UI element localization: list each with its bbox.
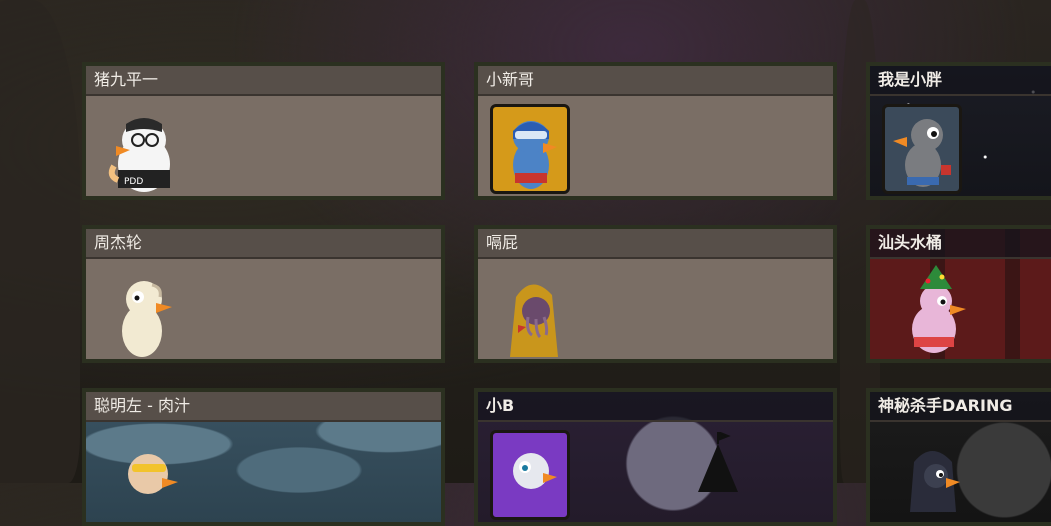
player-name: 嗝屁 — [478, 229, 833, 259]
player-card-body — [870, 96, 1051, 196]
goose-avatar-icon: PDD — [108, 118, 170, 192]
player-card[interactable]: 我是小胖 — [866, 62, 1051, 200]
player-card[interactable]: 周杰轮 — [82, 225, 445, 363]
player-name: 汕头水桶 — [870, 229, 1051, 259]
player-name: 小新哥 — [478, 66, 833, 96]
goose-avatar-icon — [910, 451, 960, 512]
goose-avatar-icon — [513, 453, 557, 489]
player-name: 神秘杀手DARING — [870, 392, 1051, 422]
goose-avatar-icon — [893, 119, 951, 187]
player-card-body: PDD — [86, 96, 441, 196]
player-card-body — [86, 422, 441, 522]
avatar-frame — [490, 104, 570, 194]
svg-text:PDD: PDD — [124, 177, 143, 187]
player-name: 聪明左 - 肉汁 — [86, 392, 441, 422]
player-name: 小B — [478, 392, 833, 422]
player-name: 我是小胖 — [870, 66, 1051, 96]
player-card-body — [86, 259, 441, 359]
player-card[interactable]: 小B — [474, 388, 837, 526]
avatar-frame — [882, 104, 962, 194]
player-card[interactable]: 聪明左 - 肉汁 — [82, 388, 445, 526]
background-tree — [0, 0, 80, 483]
player-card[interactable]: 汕头水桶 — [866, 225, 1051, 363]
player-card[interactable]: 嗝屁 — [474, 225, 837, 363]
player-name: 周杰轮 — [86, 229, 441, 259]
player-card-body — [478, 96, 833, 196]
player-card-body — [478, 259, 833, 359]
player-card[interactable]: 猪九平一 PDD — [82, 62, 445, 200]
goose-avatar-icon — [912, 265, 966, 353]
goose-avatar-icon — [122, 281, 172, 357]
goose-avatar-icon — [513, 121, 557, 189]
goose-avatar-icon — [510, 284, 558, 357]
player-card-body — [870, 422, 1051, 522]
player-card-body — [478, 422, 833, 522]
player-name: 猪九平一 — [86, 66, 441, 96]
player-card[interactable]: 小新哥 — [474, 62, 837, 200]
player-card-body — [870, 259, 1051, 359]
goose-avatar-icon — [128, 454, 178, 494]
castle-tower-icon — [698, 432, 738, 492]
avatar-frame — [490, 430, 570, 520]
player-card[interactable]: 神秘杀手DARING — [866, 388, 1051, 526]
